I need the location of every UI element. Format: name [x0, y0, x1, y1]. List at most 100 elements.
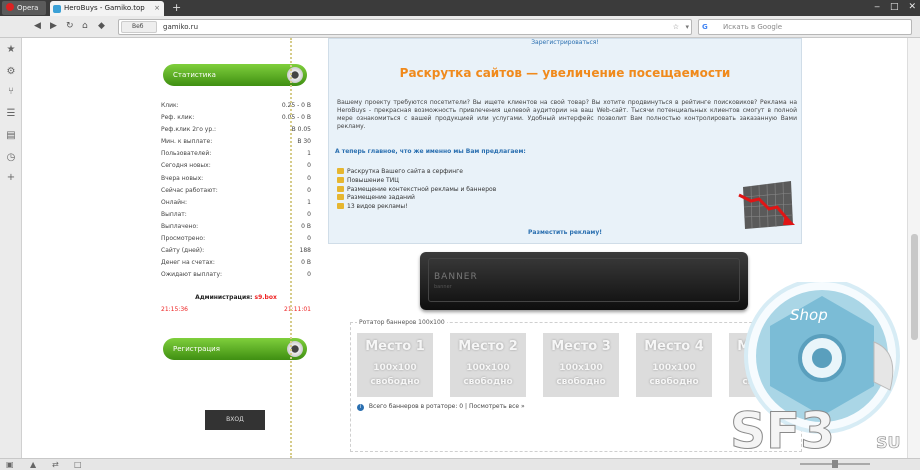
- stat-value: 0: [307, 174, 311, 182]
- opera-menu-button[interactable]: Opera: [2, 1, 46, 15]
- stat-row: Онлайн: 1: [161, 197, 311, 209]
- stat-row: Пользователей: 1: [161, 148, 311, 160]
- history-icon[interactable]: ◷: [5, 152, 17, 163]
- admin-name[interactable]: s9.box: [255, 294, 277, 301]
- time-left: 21:15:36: [161, 306, 188, 313]
- offer-text: 13 видов рекламы!: [347, 203, 408, 211]
- back-icon[interactable]: ◀: [34, 21, 41, 31]
- reload-icon[interactable]: ↻: [66, 21, 74, 31]
- close-window-icon[interactable]: ✕: [908, 2, 916, 12]
- stat-row: Сегодня новых: 0: [161, 160, 311, 172]
- search-placeholder: Искать в Google: [723, 23, 783, 31]
- bookmark-star-icon[interactable]: ☆: [673, 20, 679, 34]
- admin-line: Администрация: s9.box: [161, 294, 311, 301]
- time-right: 21:11:01: [284, 306, 311, 313]
- browser-tab[interactable]: HeroBuys - Gamiko.top ×: [50, 1, 164, 16]
- falling-chart-icon: [738, 181, 795, 229]
- window-controls: ‒ □ ✕: [874, 2, 916, 12]
- stat-value: 0.25 - 0 В: [281, 102, 311, 109]
- navigation-bar: ◀ ▶ ↻ ⌂ ◆ Веб gamiko.ru ☆ ▾ G Искать в G…: [0, 16, 920, 38]
- add-panel-icon[interactable]: +: [5, 172, 17, 183]
- stat-value: 0 В: [301, 259, 311, 267]
- notes-icon[interactable]: ☰: [5, 108, 17, 119]
- stat-value: 0 В: [301, 222, 311, 230]
- advertising-box: Зарегистрироваться! Раскрутка сайтов — у…: [328, 38, 802, 244]
- info-icon: i: [357, 404, 364, 411]
- panel-toggle-icon[interactable]: ▣: [6, 460, 14, 469]
- stat-value: 0: [307, 235, 311, 243]
- slot-title: Место 4: [644, 339, 704, 354]
- watermark-logo-text: SF3: [730, 402, 835, 458]
- maximize-icon[interactable]: □: [890, 2, 899, 12]
- rotator-info-text[interactable]: Всего баннеров в ротаторе: 0 | Посмотрет…: [369, 403, 525, 410]
- slot-title: Место 2: [458, 339, 518, 354]
- slot-size: 100x100: [373, 363, 417, 373]
- offer-text: Повышение ТИЦ: [347, 176, 399, 184]
- opera-logo-icon: [6, 3, 14, 11]
- stat-label: Выплачено:: [161, 222, 199, 230]
- stat-row: Сайту (дней): 188: [161, 245, 311, 257]
- home-icon[interactable]: ⌂: [82, 21, 88, 31]
- tab-close-button[interactable]: ×: [154, 1, 160, 16]
- downloads-icon[interactable]: ▤: [5, 130, 17, 141]
- folder-icon: [337, 194, 344, 201]
- offer-text: Раскрутка Вашего сайта в серфинге: [347, 168, 463, 175]
- offer-item: Размещение контекстной рекламы и баннеро…: [337, 185, 637, 194]
- stat-value: 188: [299, 247, 311, 255]
- search-field[interactable]: G Искать в Google: [698, 19, 912, 35]
- folder-icon: [337, 176, 344, 183]
- slot-size: 100x100: [652, 363, 696, 373]
- zoom-slider-handle[interactable]: [832, 460, 838, 468]
- address-dropdown-icon[interactable]: ▾: [685, 20, 689, 34]
- folder-icon: [337, 203, 344, 210]
- folder-icon: [337, 168, 344, 174]
- banner-label: BANNER: [434, 272, 478, 282]
- stat-label: Клик:: [161, 102, 179, 109]
- stat-label: Сегодня новых:: [161, 162, 211, 170]
- stat-label: Реф. клик:: [161, 114, 195, 122]
- banner-slot[interactable]: Место 2 100x100 свободно: [450, 333, 526, 397]
- clock-row: 21:15:36 21:11:01: [161, 306, 311, 313]
- stat-value: 0: [307, 162, 311, 170]
- rotator-title: Ротатор баннеров 100х100: [357, 319, 447, 326]
- page-view-icon[interactable]: □: [74, 460, 82, 469]
- sync-icon[interactable]: ⇄: [52, 460, 59, 469]
- stat-label: Реф.клик 2го ур.:: [161, 126, 217, 134]
- widgets-icon[interactable]: ⚙: [5, 66, 17, 77]
- forward-icon[interactable]: ▶: [50, 21, 57, 31]
- turbo-icon[interactable]: ▲: [30, 460, 36, 469]
- offer-list: Раскрутка Вашего сайта в серфинге Повышен…: [337, 167, 637, 211]
- place-ad-link[interactable]: Разместить рекламу!: [329, 229, 801, 236]
- banner-slot[interactable]: Место 4 100x100 свободно: [636, 333, 712, 397]
- share-icon[interactable]: ⑂: [5, 86, 17, 97]
- offer-item: 13 видов рекламы!: [337, 202, 637, 211]
- banner-slot[interactable]: Место 3 100x100 свободно: [543, 333, 619, 397]
- sf3-watermark-logo: Shop SF3 SU: [730, 282, 901, 458]
- banner-placeholder[interactable]: BANNER banner: [420, 252, 748, 310]
- slot-size: 100x100: [559, 363, 603, 373]
- register-button[interactable]: Регистрация: [163, 338, 307, 360]
- stat-label: Просмотрено:: [161, 235, 206, 243]
- minimize-icon[interactable]: ‒: [874, 2, 880, 12]
- stat-row: Сейчас работают: 0: [161, 185, 311, 197]
- web-button[interactable]: Веб: [121, 21, 157, 33]
- status-bar: ▣ ▲ ⇄ □: [0, 458, 920, 470]
- login-button[interactable]: ВХОД: [205, 410, 265, 430]
- banner-sublabel: banner: [434, 284, 452, 290]
- new-tab-button[interactable]: +: [172, 1, 181, 14]
- zoom-slider[interactable]: [800, 460, 870, 468]
- stat-value: 0.05 - 0 В: [281, 114, 311, 122]
- stat-value: 1: [307, 150, 311, 158]
- register-link[interactable]: Зарегистрироваться!: [329, 39, 801, 46]
- statistics-button[interactable]: Статистика: [163, 64, 307, 86]
- stat-row: Реф.клик 2го ур.: В 0.05: [161, 124, 311, 136]
- shield-icon[interactable]: ◆: [98, 21, 105, 31]
- bookmarks-icon[interactable]: ★: [5, 44, 17, 55]
- stat-row: Мин. к выплате: В 30: [161, 136, 311, 148]
- stat-row: Денег на счетах: 0 В: [161, 257, 311, 269]
- address-bar[interactable]: Веб gamiko.ru ☆ ▾: [118, 19, 692, 35]
- banner-slot[interactable]: Место 1 100x100 свободно: [357, 333, 433, 397]
- stat-label: Пользователей:: [161, 150, 212, 158]
- statistics-label: Статистика: [173, 71, 216, 79]
- stat-value: 1: [307, 198, 311, 206]
